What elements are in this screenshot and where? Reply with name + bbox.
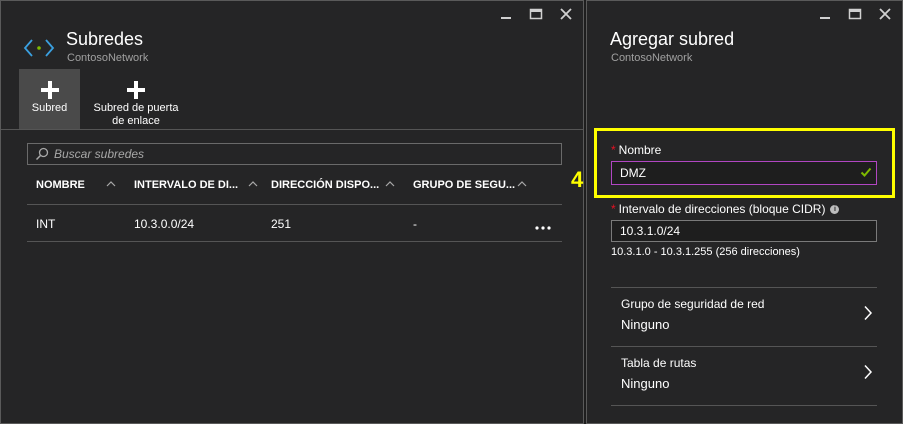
name-field-label: * Nombre xyxy=(611,143,661,157)
close-icon[interactable] xyxy=(878,7,892,21)
window-controls xyxy=(818,7,892,21)
maximize-icon[interactable] xyxy=(848,7,862,21)
sort-up-icon xyxy=(106,181,116,187)
cell-available-addresses: 251 xyxy=(271,217,292,231)
column-header-address-range[interactable]: INTERVALO DE DI... xyxy=(134,179,262,191)
cell-name: INT xyxy=(36,217,56,231)
required-mark: * xyxy=(611,143,616,157)
name-input[interactable] xyxy=(611,161,877,185)
route-table-label: Tabla de rutas xyxy=(621,356,697,370)
close-icon[interactable] xyxy=(559,7,573,21)
column-header-name[interactable]: NOMBRE xyxy=(36,179,126,191)
add-gateway-subnet-label: Subred de puerta de enlace xyxy=(93,102,179,127)
window-controls xyxy=(499,7,573,21)
column-header-label: NOMBRE xyxy=(36,179,85,191)
address-range-hint: 10.3.1.0 - 10.3.1.255 (256 direcciones) xyxy=(611,246,800,258)
route-table-selector[interactable]: Tabla de rutas Ninguno xyxy=(611,347,877,405)
sort-up-icon xyxy=(385,181,395,187)
network-security-group-selector[interactable]: Grupo de seguridad de red Ninguno xyxy=(611,288,877,346)
maximize-icon[interactable] xyxy=(529,7,543,21)
required-mark: * xyxy=(611,202,616,216)
name-label-text: Nombre xyxy=(618,143,662,157)
blade-subtitle: ContosoNetwork xyxy=(611,52,693,64)
chevron-right-icon xyxy=(864,305,873,321)
search-box[interactable] xyxy=(27,143,562,165)
sort-up-icon xyxy=(517,181,527,187)
blade-title: Agregar subred xyxy=(610,29,735,49)
search-input[interactable] xyxy=(54,147,554,161)
chevron-right-icon xyxy=(864,364,873,380)
add-gateway-subnet-button[interactable]: Subred de puerta de enlace xyxy=(87,69,185,129)
section-divider xyxy=(611,405,877,406)
step-number: 4 xyxy=(571,167,584,192)
more-options-icon[interactable] xyxy=(534,220,552,230)
blade-title: Subredes xyxy=(66,29,144,49)
nsg-value: Ninguno xyxy=(621,317,670,332)
minimize-icon[interactable] xyxy=(818,7,832,21)
cell-security-group: - xyxy=(413,217,417,231)
cell-address-range: 10.3.0.0/24 xyxy=(134,217,195,231)
sort-up-icon xyxy=(248,181,258,187)
address-range-input[interactable] xyxy=(611,220,877,242)
search-icon xyxy=(35,147,49,161)
column-header-label: GRUPO DE SEGU... xyxy=(413,179,516,191)
route-table-value: Ninguno xyxy=(621,376,670,391)
column-header-security-group[interactable]: GRUPO DE SEGU... xyxy=(413,179,531,191)
table-header-divider xyxy=(27,204,562,205)
cidr-label-text: Intervalo de direcciones (bloque CIDR) xyxy=(618,202,826,216)
checkmark-icon xyxy=(860,167,872,177)
blade-subtitle: ContosoNetwork xyxy=(67,52,149,64)
minimize-icon[interactable] xyxy=(499,7,513,21)
info-icon[interactable]: i xyxy=(830,204,840,214)
column-header-label: INTERVALO DE DI... xyxy=(134,179,239,191)
subnets-blade: Subredes ContosoNetwork Subred Subred de… xyxy=(0,0,584,424)
command-bar-divider xyxy=(1,129,583,130)
column-header-available-addresses[interactable]: DIRECCIÓN DISPO... xyxy=(271,179,399,191)
plus-icon xyxy=(127,81,145,99)
column-header-label: DIRECCIÓN DISPO... xyxy=(271,179,380,191)
cidr-field-label: * Intervalo de direcciones (bloque CIDR)… xyxy=(611,202,840,216)
nsg-label: Grupo de seguridad de red xyxy=(621,297,765,311)
add-subnet-label: Subred xyxy=(31,102,68,114)
table-row-divider xyxy=(27,241,562,242)
plus-icon xyxy=(40,81,59,99)
virtual-network-icon xyxy=(23,37,55,59)
add-subnet-button[interactable]: Subred xyxy=(19,69,80,129)
